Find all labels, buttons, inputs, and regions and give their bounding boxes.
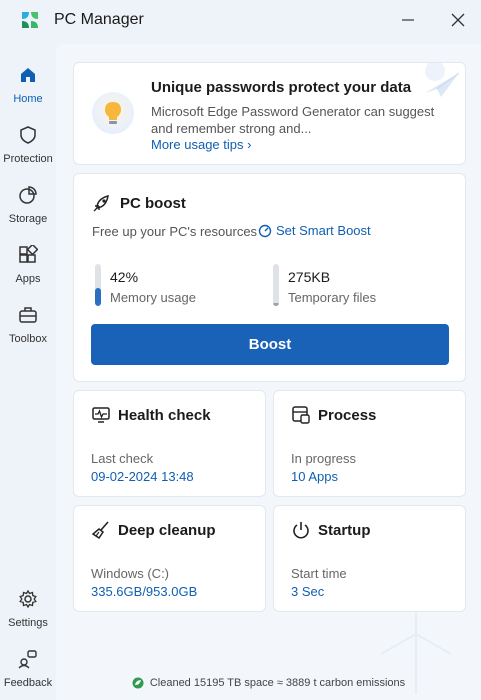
sidebar-item-feedback[interactable]: Feedback <box>0 648 56 700</box>
gear-icon <box>17 588 39 610</box>
chevron-right-icon: › <box>247 137 252 152</box>
temporary-files-label: Temporary files <box>288 290 377 305</box>
lightbulb-icon <box>92 92 134 134</box>
sidebar-item-label: Feedback <box>3 677 53 689</box>
speedometer-icon <box>258 224 272 237</box>
deep-cleanup-label: Windows (C:) <box>91 566 170 581</box>
more-usage-tips-label: More usage tips <box>151 137 244 152</box>
power-icon <box>293 522 309 539</box>
more-usage-tips-link[interactable]: More usage tips › <box>151 137 251 152</box>
home-icon <box>17 64 39 86</box>
minimize-icon <box>402 19 414 21</box>
sidebar-item-label: Home <box>13 93 43 105</box>
close-icon <box>451 13 465 27</box>
paper-plane-decoration-icon <box>425 63 460 97</box>
broom-icon <box>91 521 109 540</box>
sidebar-item-label: Settings <box>8 617 48 629</box>
process-icon <box>292 406 310 424</box>
tip-card[interactable]: Unique passwords protect your data Micro… <box>73 62 466 165</box>
temporary-files-fill <box>273 303 279 306</box>
startup-value: 3 Sec <box>291 584 325 599</box>
pc-boost-header: PC boost <box>92 193 186 213</box>
carbon-savings-footer: Cleaned 15195 TB space ≈ 3889 t carbon e… <box>56 673 481 693</box>
process-card[interactable]: Process In progress 10 Apps <box>273 390 466 497</box>
sidebar-item-home[interactable]: Home <box>0 64 56 116</box>
sidebar-item-label: Toolbox <box>9 333 47 345</box>
app-title: PC Manager <box>54 11 144 28</box>
tip-title: Unique passwords protect your data <box>151 79 412 96</box>
title-bar: PC Manager <box>0 0 481 40</box>
process-value: 10 Apps <box>291 469 338 484</box>
temporary-files-value: 275KB <box>288 269 331 285</box>
sidebar: Home Protection Storage Apps Toolbox Set… <box>0 56 56 700</box>
process-title: Process <box>318 406 377 424</box>
leaf-icon <box>132 677 144 689</box>
startup-card[interactable]: Startup Start time 3 Sec <box>273 505 466 612</box>
pc-boost-title: PC boost <box>120 194 186 212</box>
deep-cleanup-value: 335.6GB/953.0GB <box>91 584 198 599</box>
set-smart-boost-link[interactable]: Set Smart Boost <box>258 223 371 238</box>
pie-chart-icon <box>17 184 39 206</box>
close-button[interactable] <box>446 8 470 32</box>
deep-cleanup-title: Deep cleanup <box>118 521 216 539</box>
sidebar-item-label: Storage <box>8 213 48 225</box>
sidebar-item-storage[interactable]: Storage <box>0 184 56 236</box>
health-monitor-icon <box>92 407 110 423</box>
memory-usage-bar <box>95 264 101 306</box>
feedback-icon <box>17 648 39 670</box>
health-check-value: 09-02-2024 13:48 <box>91 469 194 484</box>
deep-cleanup-header: Deep cleanup <box>91 520 216 540</box>
minimize-button[interactable] <box>396 8 420 32</box>
carbon-savings-text: Cleaned 15195 TB space ≈ 3889 t carbon e… <box>149 677 406 689</box>
rocket-icon <box>93 194 109 212</box>
pc-manager-logo-icon <box>22 12 38 28</box>
health-check-title: Health check <box>118 406 211 424</box>
sidebar-item-toolbox[interactable]: Toolbox <box>0 304 56 356</box>
sidebar-item-label: Protection <box>3 153 53 165</box>
memory-usage-value: 42% <box>110 269 139 285</box>
memory-usage-label: Memory usage <box>110 290 196 305</box>
pc-boost-card: PC boost Free up your PC's resources Set… <box>73 173 466 382</box>
set-smart-boost-label: Set Smart Boost <box>276 223 371 238</box>
health-check-header: Health check <box>91 405 211 425</box>
memory-usage-fill <box>95 288 101 306</box>
sidebar-item-label: Apps <box>15 273 41 285</box>
health-check-card[interactable]: Health check Last check 09-02-2024 13:48 <box>73 390 266 497</box>
sidebar-item-apps[interactable]: Apps <box>0 244 56 296</box>
startup-title: Startup <box>318 521 371 539</box>
startup-label: Start time <box>291 566 347 581</box>
process-label: In progress <box>291 451 357 466</box>
boost-button[interactable]: Boost <box>91 324 449 365</box>
deep-cleanup-card[interactable]: Deep cleanup Windows (C:) 335.6GB/953.0G… <box>73 505 266 612</box>
process-header: Process <box>291 405 376 425</box>
apps-grid-icon <box>17 244 39 266</box>
toolbox-icon <box>17 304 39 326</box>
startup-header: Startup <box>291 520 371 540</box>
pc-boost-subtitle: Free up your PC's resources <box>92 224 258 239</box>
shield-icon <box>17 124 39 146</box>
health-check-label: Last check <box>91 451 154 466</box>
sidebar-item-protection[interactable]: Protection <box>0 124 56 176</box>
temporary-files-bar <box>273 264 279 306</box>
sidebar-item-settings[interactable]: Settings <box>0 588 56 640</box>
